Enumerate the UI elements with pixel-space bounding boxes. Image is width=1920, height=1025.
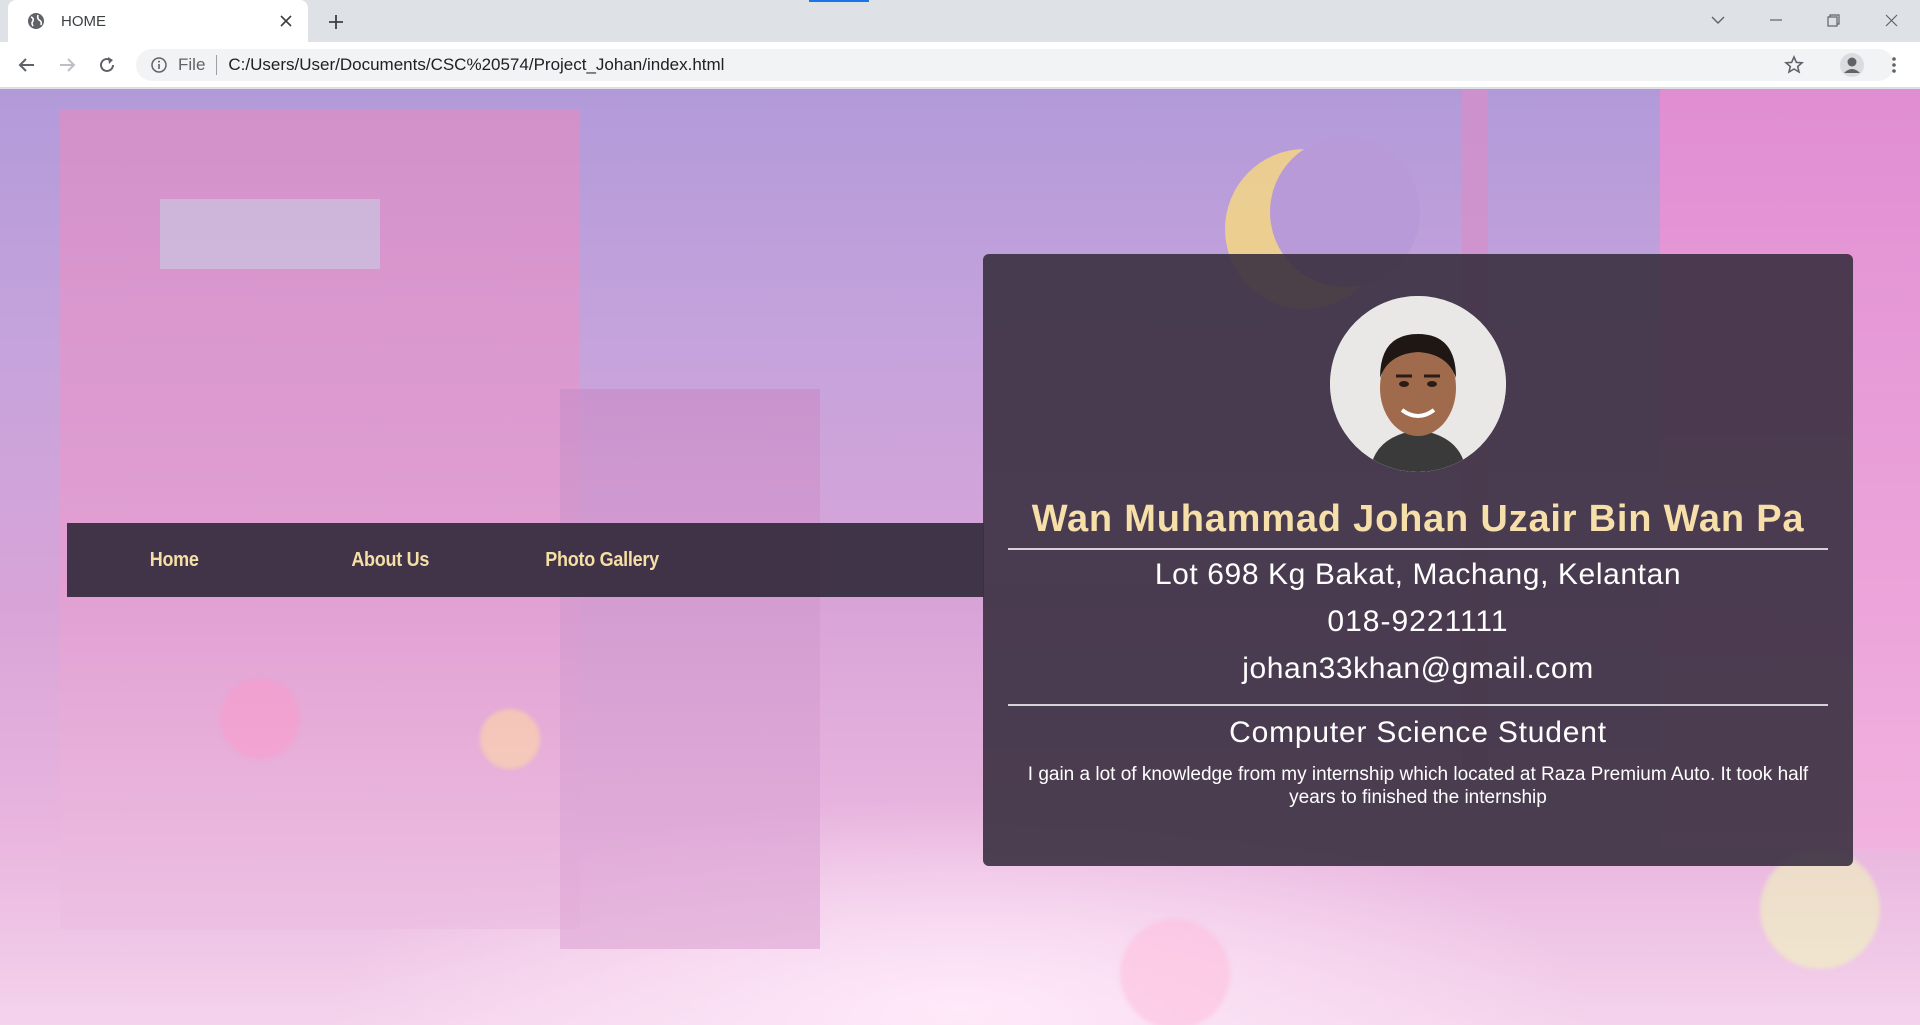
- bookmark-star-icon[interactable]: [1778, 49, 1810, 81]
- main-navigation: Home About Us Photo Gallery: [67, 523, 984, 597]
- background-building-window: [160, 199, 380, 269]
- browser-tab[interactable]: HOME: [8, 0, 308, 42]
- loading-indicator: [809, 0, 869, 2]
- bokeh-light: [1120, 919, 1230, 1025]
- profile-address: Lot 698 Kg Bakat, Machang, Kelantan: [1154, 558, 1682, 591]
- profile-photo: [1330, 296, 1506, 472]
- address-scheme: File: [178, 55, 206, 74]
- page-viewport: Home About Us Photo Gallery Wan Muhammad…: [0, 89, 1920, 1025]
- reload-icon[interactable]: [91, 49, 123, 81]
- bokeh-light: [220, 679, 300, 759]
- nav-link-photo-gallery[interactable]: Photo Gallery: [545, 549, 659, 572]
- browser-tab-strip: HOME: [0, 0, 1920, 42]
- address-bar[interactable]: File C:/Users/User/Documents/CSC%20574/P…: [136, 49, 1894, 81]
- profile-avatar-icon[interactable]: [1836, 49, 1868, 81]
- more-menu-icon[interactable]: [1882, 49, 1906, 81]
- globe-icon: [26, 11, 46, 31]
- minimize-icon[interactable]: [1748, 0, 1804, 40]
- bokeh-light: [1760, 849, 1880, 969]
- back-icon[interactable]: [11, 49, 43, 81]
- nav-link-home[interactable]: Home: [150, 549, 199, 572]
- close-tab-icon[interactable]: [276, 11, 296, 31]
- nav-link-about-us[interactable]: About Us: [351, 549, 429, 572]
- address-url[interactable]: C:/Users/User/Documents/CSC%20574/Projec…: [228, 55, 724, 75]
- divider: [1008, 548, 1828, 550]
- profile-role: Computer Science Student: [1229, 716, 1607, 749]
- tab-search-icon[interactable]: [1690, 0, 1746, 40]
- profile-card: Wan Muhammad Johan Uzair Bin Wan Pa Lot …: [983, 254, 1853, 866]
- address-divider: [216, 55, 218, 75]
- tab-title: HOME: [61, 12, 106, 30]
- close-window-icon[interactable]: [1863, 0, 1919, 40]
- profile-phone: 018-9221111: [1327, 605, 1509, 638]
- browser-toolbar: File C:/Users/User/Documents/CSC%20574/P…: [0, 42, 1920, 88]
- profile-description: I gain a lot of knowledge from my intern…: [1027, 764, 1809, 808]
- divider: [1008, 704, 1828, 706]
- bokeh-light: [480, 709, 540, 769]
- restore-icon[interactable]: [1805, 0, 1861, 40]
- profile-name: Wan Muhammad Johan Uzair Bin Wan Pa: [1031, 498, 1805, 540]
- background-building: [560, 389, 820, 949]
- new-tab-icon[interactable]: [322, 8, 350, 36]
- profile-email: johan33khan@gmail.com: [1242, 652, 1594, 685]
- site-info-icon[interactable]: [150, 56, 168, 74]
- forward-icon[interactable]: [51, 49, 83, 81]
